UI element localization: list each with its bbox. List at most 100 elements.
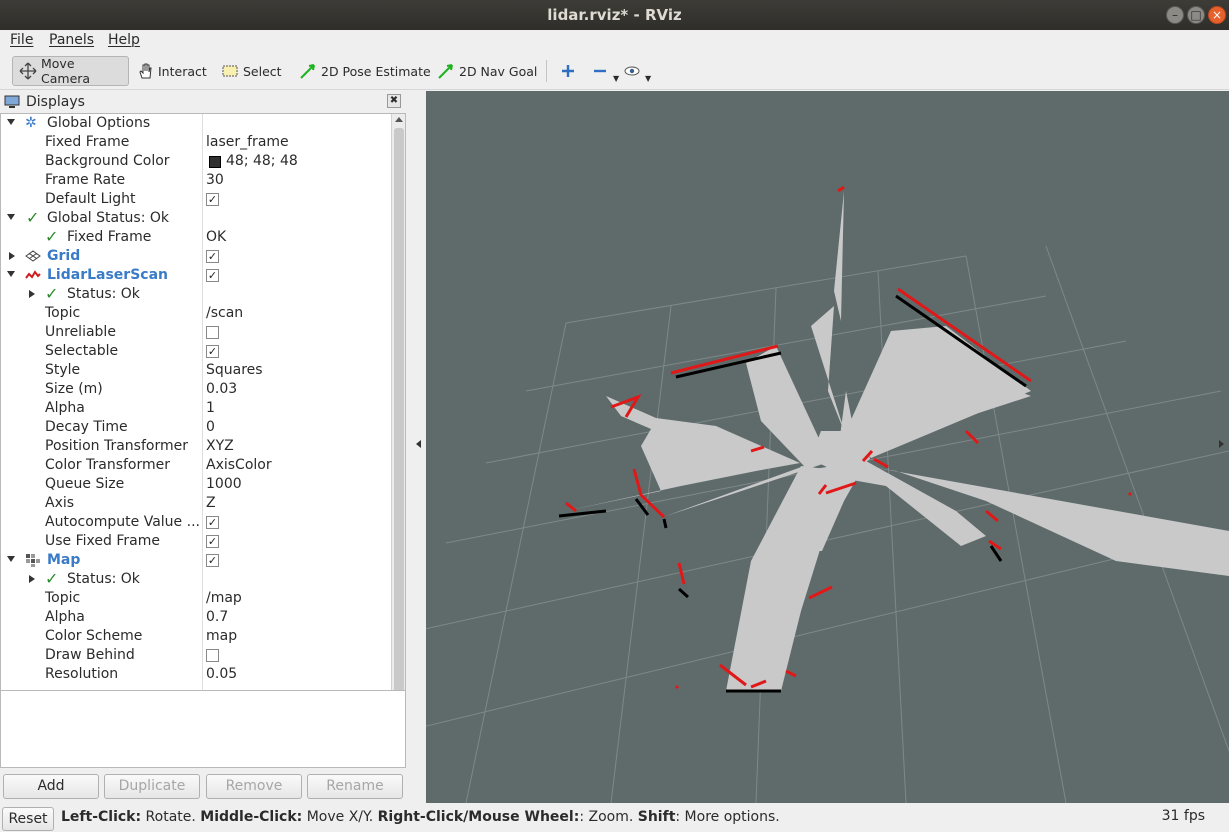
tree-row-map-alpha[interactable]: Alpha 0.7 xyxy=(1,608,391,627)
tree-value[interactable]: Z xyxy=(206,495,216,511)
tree-row-lidar-status[interactable]: ✓ Status: Ok xyxy=(1,284,391,304)
tree-row-frame-rate[interactable]: Frame Rate 30 xyxy=(1,171,391,190)
tree-row-default-light[interactable]: Default Light ✓ xyxy=(1,190,391,209)
tree-row-resolution[interactable]: Resolution 0.05 xyxy=(1,665,391,684)
tree-row-style[interactable]: Style Squares xyxy=(1,361,391,380)
tree-row-decay-time[interactable]: Decay Time 0 xyxy=(1,418,391,437)
checkbox-checked[interactable]: ✓ xyxy=(206,535,219,548)
tree-row-selectable[interactable]: Selectable ✓ xyxy=(1,342,391,361)
minimize-icon[interactable]: – xyxy=(1166,6,1184,24)
duplicate-button[interactable]: Duplicate xyxy=(104,774,200,799)
hint-desc: : Zoom. xyxy=(579,809,638,825)
tree-value[interactable]: 0.7 xyxy=(206,609,228,625)
checkbox-unchecked[interactable] xyxy=(206,649,219,662)
tree-value[interactable]: /scan xyxy=(206,305,243,321)
menu-panels[interactable]: Panels xyxy=(49,32,94,48)
select-button[interactable]: Select xyxy=(215,56,288,86)
tree-label: Default Light xyxy=(45,191,136,207)
interact-button[interactable]: Interact xyxy=(130,56,213,86)
splitter-left-arrow-icon[interactable] xyxy=(416,440,421,448)
tree-value[interactable]: 48; 48; 48 xyxy=(226,153,298,169)
render-viewport[interactable] xyxy=(426,91,1229,803)
reset-button[interactable]: Reset xyxy=(2,807,54,831)
2d-nav-goal-button[interactable]: 2D Nav Goal xyxy=(431,56,543,86)
tree-row-global-status[interactable]: ✓ Global Status: Ok xyxy=(1,208,391,228)
maximize-icon[interactable]: □ xyxy=(1187,6,1205,24)
tree-value[interactable]: 0 xyxy=(206,419,215,435)
splitter-right-arrow-icon[interactable] xyxy=(1219,440,1224,448)
tree-value[interactable]: 0.03 xyxy=(206,381,237,397)
tree-row-draw-behind[interactable]: Draw Behind xyxy=(1,646,391,665)
tree-value[interactable]: AxisColor xyxy=(206,457,272,473)
add-button[interactable]: Add xyxy=(3,774,99,799)
tree-label: Size (m) xyxy=(45,381,103,397)
tree-row-fixed-frame[interactable]: Fixed Frame laser_frame xyxy=(1,133,391,152)
scroll-up-icon[interactable] xyxy=(395,117,403,122)
checkbox-checked[interactable]: ✓ xyxy=(206,269,219,282)
tree-value[interactable]: 1 xyxy=(206,400,215,416)
tree-row-lidar-laser-scan[interactable]: LidarLaserScan ✓ xyxy=(1,266,391,285)
rename-button[interactable]: Rename xyxy=(307,774,403,799)
tree-row-alpha[interactable]: Alpha 1 xyxy=(1,399,391,418)
tree-row-status-fixed-frame[interactable]: ✓ Fixed Frame OK xyxy=(1,227,391,247)
expand-arrow-icon[interactable] xyxy=(7,214,15,220)
chevron-down-icon: ▼ xyxy=(645,73,652,83)
tree-value[interactable]: 0.05 xyxy=(206,666,237,682)
toolbar-separator xyxy=(546,60,547,82)
collapse-arrow-icon[interactable] xyxy=(29,575,35,583)
tree-row-background-color[interactable]: Background Color 48; 48; 48 xyxy=(1,152,391,171)
green-arrow-icon xyxy=(437,62,455,80)
tree-value[interactable]: 30 xyxy=(206,172,224,188)
minus-icon xyxy=(591,62,609,80)
checkbox-checked[interactable]: ✓ xyxy=(206,516,219,529)
tree-row-autocompute[interactable]: Autocompute Value ... ✓ xyxy=(1,513,391,532)
expand-arrow-icon[interactable] xyxy=(7,119,15,125)
tree-value[interactable]: laser_frame xyxy=(206,134,289,150)
tree-row-use-fixed-frame[interactable]: Use Fixed Frame ✓ xyxy=(1,532,391,551)
tree-value[interactable]: map xyxy=(206,628,237,644)
tree-row-color-transformer[interactable]: Color Transformer AxisColor xyxy=(1,456,391,475)
checkbox-unchecked[interactable] xyxy=(206,326,219,339)
close-icon[interactable]: × xyxy=(1208,6,1226,24)
menu-file[interactable]: File xyxy=(10,32,33,48)
tree-row-map[interactable]: Map ✓ xyxy=(1,551,391,570)
checkbox-checked[interactable]: ✓ xyxy=(206,345,219,358)
tree-value[interactable]: /map xyxy=(206,590,242,606)
tree-row-map-status[interactable]: ✓ Status: Ok xyxy=(1,569,391,589)
check-icon: ✓ xyxy=(26,208,40,227)
tree-row-queue-size[interactable]: Queue Size 1000 xyxy=(1,475,391,494)
tree-row-map-topic[interactable]: Topic /map xyxy=(1,589,391,608)
tree-row-unreliable[interactable]: Unreliable xyxy=(1,323,391,342)
expand-arrow-icon[interactable] xyxy=(7,556,15,562)
collapse-arrow-icon[interactable] xyxy=(29,290,35,298)
tree-label: Alpha xyxy=(45,609,85,625)
tree-row-axis[interactable]: Axis Z xyxy=(1,494,391,513)
tree-row-size[interactable]: Size (m) 0.03 xyxy=(1,380,391,399)
tree-row-global-options[interactable]: ✲ Global Options xyxy=(1,114,391,133)
tree-row-topic[interactable]: Topic /scan xyxy=(1,304,391,323)
menu-help[interactable]: Help xyxy=(108,32,140,48)
fps-counter: 31 fps xyxy=(1161,808,1205,824)
collapse-arrow-icon[interactable] xyxy=(9,252,15,260)
tree-value[interactable]: Squares xyxy=(206,362,263,378)
tree-row-grid[interactable]: Grid ✓ xyxy=(1,247,391,266)
tree-value[interactable]: XYZ xyxy=(206,438,234,454)
2d-pose-estimate-button[interactable]: 2D Pose Estimate xyxy=(293,56,437,86)
checkbox-checked[interactable]: ✓ xyxy=(206,554,219,567)
view-tool-button[interactable]: ▼ xyxy=(617,56,657,86)
move-camera-button[interactable]: Move Camera xyxy=(12,56,129,86)
tree-scrollbar[interactable] xyxy=(391,114,405,705)
checkbox-checked[interactable]: ✓ xyxy=(206,250,219,263)
checkbox-checked[interactable]: ✓ xyxy=(206,193,219,206)
scrollbar-thumb[interactable] xyxy=(394,128,404,696)
tree-label: Draw Behind xyxy=(45,647,135,663)
close-panel-icon[interactable]: ✖ xyxy=(387,94,401,108)
tree-row-color-scheme[interactable]: Color Scheme map xyxy=(1,627,391,646)
tree-value[interactable]: 1000 xyxy=(206,476,242,492)
remove-button[interactable]: Remove xyxy=(206,774,302,799)
expand-arrow-icon[interactable] xyxy=(7,271,15,277)
add-tool-button[interactable] xyxy=(553,56,587,86)
tree-label: Unreliable xyxy=(45,324,116,340)
color-swatch[interactable] xyxy=(209,156,221,168)
tree-row-position-transformer[interactable]: Position Transformer XYZ xyxy=(1,437,391,456)
